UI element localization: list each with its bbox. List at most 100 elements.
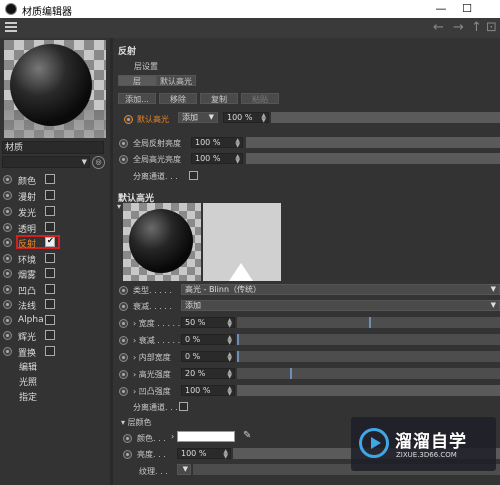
global-reflect-field[interactable]: 100 % ▲ ▼ (191, 137, 243, 149)
channel-checkbox[interactable] (45, 315, 55, 325)
forward-arrow-icon[interactable]: → (453, 20, 464, 35)
channel-radio-icon[interactable] (3, 238, 12, 247)
maximize-button[interactable]: ☐ (452, 1, 482, 17)
channel-radio-icon[interactable] (3, 347, 12, 356)
channel-radio-icon[interactable] (3, 331, 12, 340)
channel-label: 凹凸 (18, 287, 37, 297)
paste-button[interactable]: 粘贴 (241, 93, 279, 104)
channel-fog[interactable]: 烟雾 (0, 266, 110, 281)
type-radio-icon[interactable] (119, 286, 128, 295)
channel-checkbox[interactable] (45, 284, 55, 294)
layer-opacity-slider[interactable] (271, 112, 500, 123)
expand-icon[interactable]: ⊡ (486, 20, 497, 35)
color-swatch[interactable] (177, 431, 235, 442)
eyedropper-icon[interactable]: ✎ (243, 430, 251, 441)
material-selector[interactable]: ▼ (2, 156, 90, 168)
channel-bump[interactable]: 凹凸 (0, 282, 110, 297)
color-expand-icon[interactable]: › (171, 432, 174, 441)
falloff-dropdown[interactable]: 添加 ▼ (181, 300, 500, 311)
channel-radio-icon[interactable] (3, 191, 12, 200)
back-arrow-icon[interactable]: ← (433, 20, 444, 35)
type-dropdown[interactable]: 高光 - Blinn（传统） ▼ (181, 284, 500, 295)
global-spec-slider[interactable] (246, 153, 500, 164)
channel-checkbox[interactable] (45, 253, 55, 263)
material-name-field[interactable]: 材质 (2, 141, 104, 154)
channel-normal[interactable]: 法线 (0, 297, 110, 312)
channel-checkbox[interactable] (45, 268, 55, 278)
channel-alpha[interactable]: Alpha (0, 313, 110, 328)
copy-button[interactable]: 复制 (200, 93, 238, 104)
tab-default-specular[interactable]: 默认高光 (156, 75, 196, 86)
picker-icon[interactable]: ◎ (92, 156, 105, 169)
channel-radio-icon[interactable] (3, 269, 12, 278)
illumination-item[interactable]: 光照 (19, 375, 37, 388)
remove-button[interactable]: 移除 (159, 93, 197, 104)
spec-separate-pass-checkbox[interactable] (179, 402, 188, 411)
bump-strength-radio-icon[interactable] (119, 387, 128, 396)
assignment-item[interactable]: 指定 (19, 390, 37, 403)
inner-width-field[interactable]: 0 % ▲ ▼ (181, 351, 235, 363)
channel-checkbox[interactable] (45, 299, 55, 309)
channel-checkbox[interactable] (45, 222, 55, 232)
channel-radio-icon[interactable] (3, 254, 12, 263)
falloff-amount-radio-icon[interactable] (119, 336, 128, 345)
layer-preview[interactable] (123, 203, 201, 281)
separate-pass-checkbox[interactable] (189, 171, 198, 180)
global-spec-radio-icon[interactable] (119, 155, 128, 164)
channel-checkbox[interactable] (45, 174, 55, 184)
channel-checkbox[interactable] (45, 330, 55, 340)
layer-blend-mode-dropdown[interactable]: 添加 ▼ (178, 112, 218, 123)
inner-width-slider[interactable] (237, 351, 500, 362)
up-arrow-icon[interactable]: ↑ (471, 20, 482, 35)
falloff-radio-icon[interactable] (119, 302, 128, 311)
global-spec-field[interactable]: 100 % ▲ ▼ (191, 153, 243, 165)
channel-environment[interactable]: 环境 (0, 251, 110, 266)
layer-name[interactable]: 默认高光 (137, 114, 169, 125)
channel-radio-icon[interactable] (3, 285, 12, 294)
tab-layer[interactable]: 层 (118, 75, 156, 86)
global-reflect-radio-icon[interactable] (119, 139, 128, 148)
channel-luminance[interactable]: 发光 (0, 204, 110, 219)
channel-label: 烟雾 (18, 271, 37, 281)
inner-width-radio-icon[interactable] (119, 353, 128, 362)
channel-color[interactable]: 颜色 (0, 172, 110, 187)
spec-strength-radio-icon[interactable] (119, 370, 128, 379)
channel-radio-icon[interactable] (3, 300, 12, 309)
width-radio-icon[interactable] (119, 319, 128, 328)
channel-radio-icon[interactable] (3, 175, 12, 184)
collapse-icon[interactable]: ▾ (117, 202, 121, 211)
layer-color-radio-icon[interactable] (123, 434, 132, 443)
bump-strength-slider[interactable] (237, 385, 500, 396)
width-slider[interactable] (237, 317, 500, 328)
layer-color-header[interactable]: ▾ 层颜色 (121, 417, 152, 428)
bump-strength-field[interactable]: 100 % ▲ ▼ (181, 385, 235, 397)
channel-checkbox[interactable] (45, 236, 55, 247)
channel-checkbox[interactable] (45, 346, 55, 356)
layer-visibility-icon[interactable] (124, 115, 133, 124)
spec-strength-field[interactable]: 20 % ▲ ▼ (181, 368, 235, 380)
channel-diffusion[interactable]: 漫射 (0, 188, 110, 203)
channel-radio-icon[interactable] (3, 207, 12, 216)
add-button[interactable]: 添加... (118, 93, 156, 104)
texture-dropdown[interactable]: ▼ (177, 464, 191, 475)
editor-item[interactable]: 编辑 (19, 360, 37, 373)
falloff-amount-slider[interactable] (237, 334, 500, 345)
channel-radio-icon[interactable] (3, 316, 12, 325)
brightness-field[interactable]: 100 % ▲ ▼ (177, 448, 231, 460)
channel-glow[interactable]: 辉光 (0, 328, 110, 343)
channel-radio-icon[interactable] (3, 223, 12, 232)
channel-checkbox[interactable] (45, 190, 55, 200)
global-reflect-slider[interactable] (246, 137, 500, 148)
menu-icon[interactable] (5, 22, 17, 33)
falloff-amount-field[interactable]: 0 % ▲ ▼ (181, 334, 235, 346)
channel-checkbox[interactable] (45, 206, 55, 216)
channel-transparency[interactable]: 透明 (0, 220, 110, 235)
channel-reflectance[interactable]: 反射 (0, 235, 110, 250)
brightness-radio-icon[interactable] (123, 450, 132, 459)
width-field[interactable]: 50 % ▲ ▼ (181, 317, 235, 329)
layer-opacity-field[interactable]: 100 % ▲ ▼ (223, 112, 269, 124)
material-preview[interactable] (4, 40, 106, 138)
channel-displacement[interactable]: 置换 (0, 344, 110, 359)
bump-strength-value: 100 % (185, 386, 211, 395)
spec-strength-slider[interactable] (237, 368, 500, 379)
